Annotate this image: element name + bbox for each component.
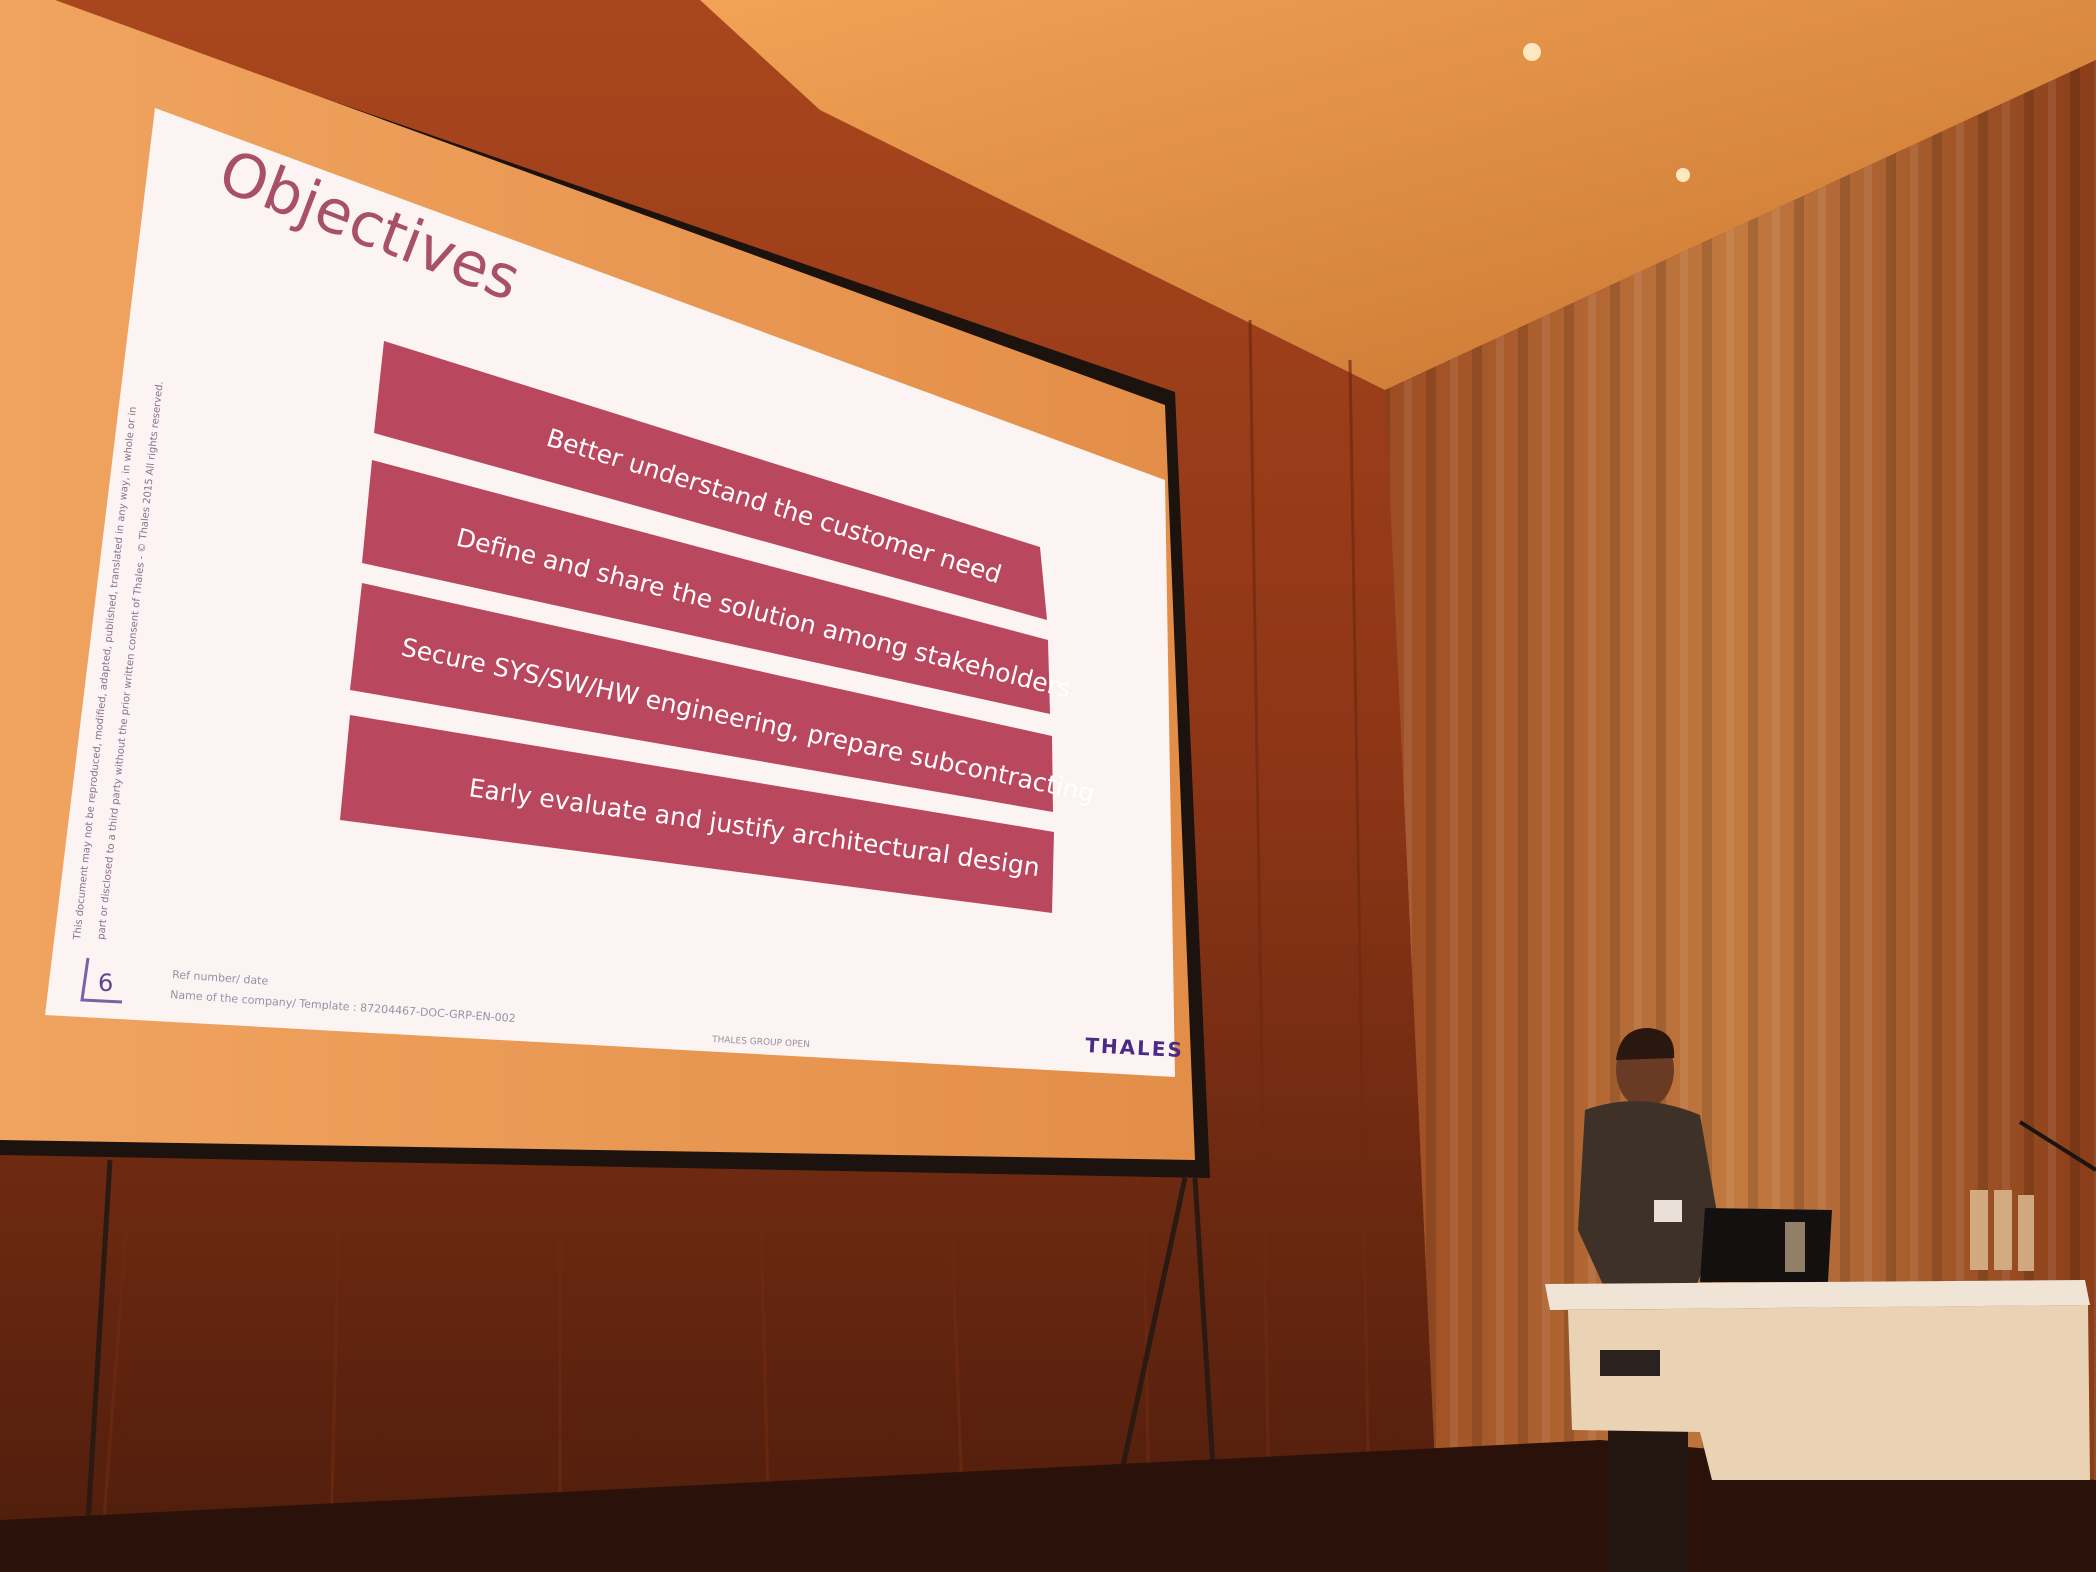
- page-number: 6: [98, 969, 113, 997]
- water-glass: [1785, 1222, 1805, 1272]
- water-bottles: [1970, 1190, 2034, 1271]
- ceiling-light: [1523, 43, 1541, 61]
- presenter-badge: [1654, 1200, 1682, 1222]
- scene: Objectives Better understand the custome…: [0, 0, 2096, 1572]
- ceiling-light: [1676, 168, 1690, 182]
- presenter-body: [1578, 1101, 1720, 1300]
- laptop: [1700, 1208, 1832, 1282]
